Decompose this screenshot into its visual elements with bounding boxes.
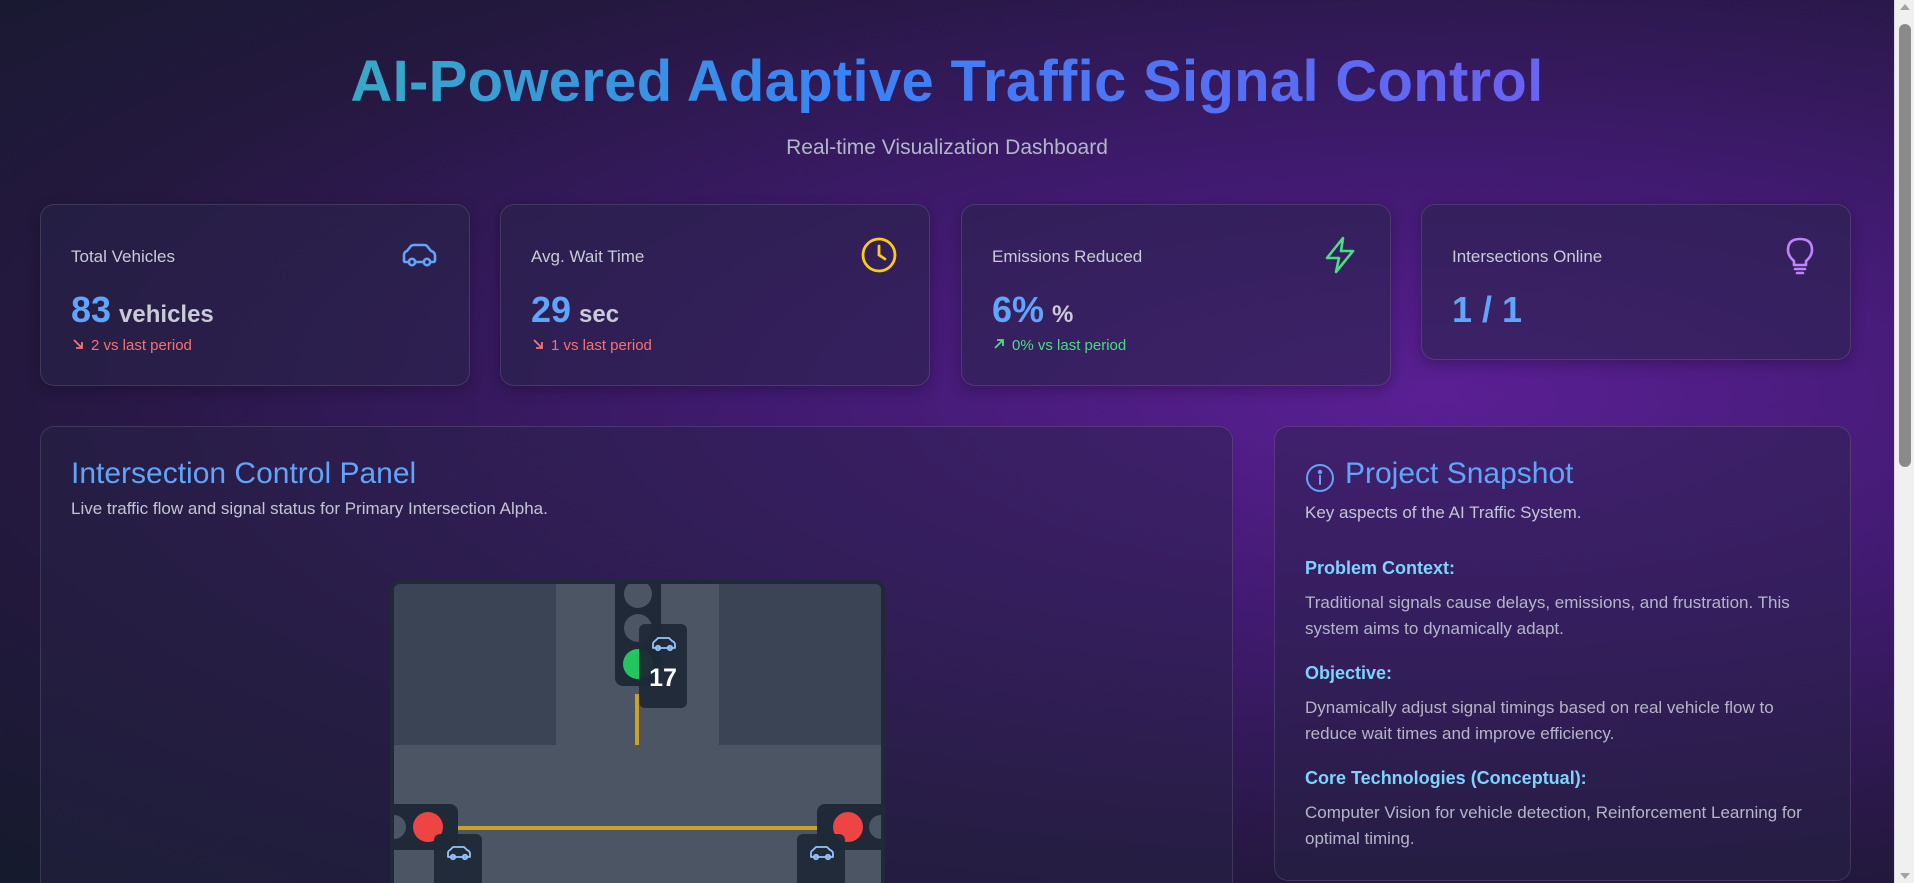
vehicle-counter-north: 17	[639, 624, 687, 708]
section-text-technologies: Computer Vision for vehicle detection, R…	[1305, 803, 1802, 848]
scroll-down-icon[interactable]	[1900, 873, 1910, 879]
page-subtitle: Real-time Visualization Dashboard	[786, 136, 1108, 159]
stat-unit: vehicles	[119, 301, 214, 328]
stat-title: Emissions Reduced	[992, 247, 1143, 266]
section-title-objective: Objective:	[1305, 663, 1393, 683]
stat-value: 1 / 1	[1452, 289, 1523, 330]
stat-card-total-vehicles: Total Vehicles 83 vehicles 2 vs last peri…	[40, 204, 470, 386]
intersection-visualization: 17	[390, 580, 885, 883]
stat-card-avg-wait: Avg. Wait Time 29 sec 1 vs last period	[500, 204, 930, 386]
stat-unit: %	[1052, 301, 1074, 328]
block-north-east	[719, 584, 881, 745]
arrow-down-right-icon	[73, 339, 83, 349]
section-title-technologies: Core Technologies (Conceptual):	[1305, 768, 1587, 788]
stat-card-emissions: Emissions Reduced 6%% 0% vs last period	[961, 204, 1391, 386]
lightbulb-icon	[1786, 237, 1814, 275]
stat-trend: 1 vs last period	[531, 337, 652, 354]
stat-value: 83 vehicles	[71, 289, 214, 330]
stat-card-intersections: Intersections Online 1 / 1	[1421, 204, 1851, 360]
scroll-thumb[interactable]	[1899, 24, 1911, 467]
stat-value: 29 sec	[531, 289, 620, 330]
stat-value: 6%%	[992, 289, 1074, 330]
car-icon	[402, 243, 437, 267]
section-text-objective: Dynamically adjust signal timings based …	[1305, 698, 1774, 743]
project-snapshot-panel: Project Snapshot Key aspects of the AI T…	[1274, 426, 1851, 881]
snapshot-title: Project Snapshot	[1345, 457, 1574, 490]
panel-description: Live traffic flow and signal status for …	[71, 499, 548, 518]
lane-line-north	[635, 694, 639, 745]
info-icon	[1306, 464, 1334, 492]
arrow-down-right-icon	[533, 339, 543, 349]
panel-title: Intersection Control Panel	[71, 457, 417, 490]
stat-unit: sec	[579, 301, 620, 328]
scroll-up-icon[interactable]	[1900, 4, 1910, 10]
stat-trend: 0% vs last period	[992, 337, 1126, 354]
stat-title: Intersections Online	[1452, 247, 1603, 266]
dashboard-header: AI-Powered Adaptive Traffic Signal Contr…	[0, 44, 1894, 160]
vehicle-count-north: 17	[649, 664, 677, 692]
arrow-up-right-icon	[994, 339, 1004, 349]
intersection-map: 17	[394, 584, 881, 883]
block-north-west	[394, 584, 556, 745]
page-title: AI-Powered Adaptive Traffic Signal Contr…	[0, 44, 1894, 120]
vehicle-counter-west	[434, 834, 482, 883]
snapshot-description: Key aspects of the AI Traffic System.	[1305, 503, 1582, 522]
vehicle-counter-east	[797, 834, 845, 883]
stat-title: Total Vehicles	[71, 247, 175, 266]
section-text-problem: Traditional signals cause delays, emissi…	[1305, 593, 1790, 638]
lane-line-east-west	[449, 826, 826, 830]
clock-icon	[861, 237, 897, 273]
section-title-problem: Problem Context:	[1305, 558, 1456, 578]
lightning-icon	[1325, 236, 1355, 274]
page-scrollbar[interactable]	[1894, 0, 1914, 883]
stat-title: Avg. Wait Time	[531, 247, 645, 266]
stat-trend: 2 vs last period	[71, 337, 192, 354]
